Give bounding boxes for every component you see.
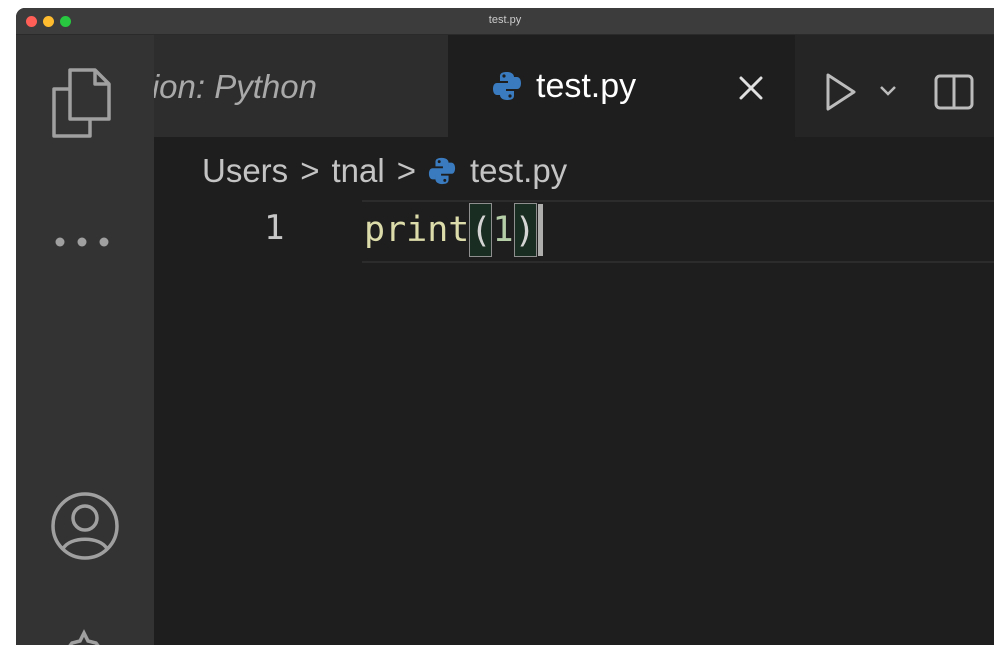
editor-window: test.py nsion: Python (16, 8, 994, 645)
account-icon[interactable] (49, 490, 121, 562)
tab-test-py[interactable]: test.py (448, 35, 795, 137)
code-number-token: 1 (492, 210, 514, 250)
more-icon[interactable] (54, 235, 110, 249)
activity-bar (16, 35, 154, 645)
breadcrumb-item-tnal[interactable]: tnal (331, 152, 384, 190)
line-number: 1 (264, 208, 285, 248)
window-title: test.py (488, 14, 522, 26)
code-open-paren: ( (469, 203, 493, 257)
python-icon (428, 157, 456, 185)
gear-icon[interactable] (52, 625, 116, 645)
breadcrumb: Users > tnal > test.py (202, 148, 567, 194)
tab-label: test.py (536, 67, 637, 105)
breadcrumb-item-users[interactable]: Users (202, 152, 288, 190)
tab-strip: nsion: Python test.py (154, 35, 994, 137)
code-function-token: print (364, 210, 470, 250)
text-cursor (537, 204, 543, 256)
code-line[interactable]: print(1) (364, 203, 543, 257)
split-editor-icon[interactable] (934, 74, 974, 110)
files-icon[interactable] (50, 67, 112, 139)
title-bar: test.py (16, 8, 994, 35)
breadcrumb-item-file[interactable]: test.py (470, 152, 567, 190)
run-icon[interactable] (824, 72, 858, 112)
python-icon (493, 72, 521, 100)
tab-extension-python[interactable]: nsion: Python (154, 35, 448, 137)
breadcrumb-separator: > (300, 152, 320, 189)
chevron-down-icon[interactable] (879, 85, 897, 97)
close-icon[interactable] (738, 75, 764, 101)
breadcrumb-separator: > (396, 152, 416, 189)
tab-label: nsion: Python (154, 68, 317, 105)
code-close-paren: ) (513, 203, 537, 257)
